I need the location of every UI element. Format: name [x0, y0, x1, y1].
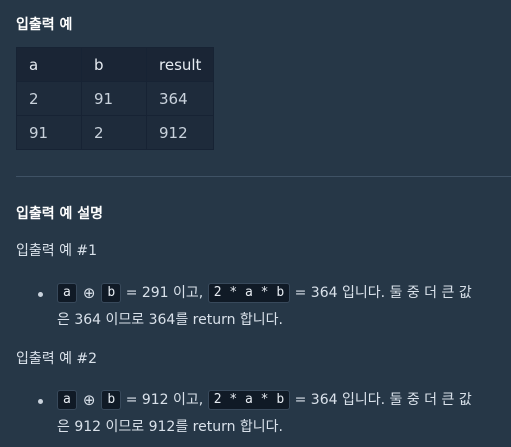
circled-plus-operator: ⊕ — [82, 284, 96, 302]
code-a: a — [57, 390, 77, 410]
table-row: 2 91 364 — [16, 81, 214, 116]
column-header-b: b — [81, 47, 147, 82]
bullet-dot-icon — [38, 292, 43, 297]
example-2-text-1: = 912 이고, — [125, 392, 204, 408]
example-2-text-3: 은 912 이므로 912를 return 합니다. — [57, 419, 283, 435]
examples-table: a b result 2 91 364 91 2 912 — [16, 47, 214, 150]
problem-description-panel: 입출력 예 a b result 2 91 364 91 2 912 입출력 예… — [0, 0, 511, 447]
example-2-text-2: = 364 입니다. 둘 중 더 큰 값 — [294, 392, 472, 408]
code-b: b — [101, 283, 122, 303]
example-1-text-1: = 291 이고, — [125, 285, 204, 301]
table-cell: 364 — [146, 81, 214, 116]
example-1-text-2: = 364 입니다. 둘 중 더 큰 값 — [294, 285, 472, 301]
code-expression: 2 * a * b — [207, 283, 291, 303]
bullet-dot-icon — [38, 399, 43, 404]
example-2-line-1: a ⊕ b = 912 이고, 2 * a * b = 364 입니다. 둘 중 더… — [57, 389, 472, 411]
table-cell: 91 — [16, 115, 82, 150]
explanation-heading: 입출력 예 설명 — [16, 206, 104, 222]
code-expression: 2 * a * b — [207, 390, 291, 410]
table-cell: 91 — [81, 81, 147, 116]
example-1-text-3: 은 364 이므로 364를 return 합니다. — [57, 312, 283, 328]
circled-plus-operator: ⊕ — [82, 391, 96, 409]
table-row: 91 2 912 — [16, 115, 214, 150]
section-divider — [16, 176, 511, 177]
column-header-result: result — [146, 47, 214, 82]
table-cell: 2 — [16, 81, 82, 116]
code-b: b — [101, 390, 122, 410]
example-2-title: 입출력 예 #2 — [16, 351, 98, 367]
column-header-a: a — [16, 47, 82, 82]
table-header-row: a b result — [16, 47, 214, 82]
examples-heading: 입출력 예 — [16, 17, 73, 33]
table-cell: 912 — [146, 115, 214, 150]
table-cell: 2 — [81, 115, 147, 150]
example-1-line-1: a ⊕ b = 291 이고, 2 * a * b = 364 입니다. 둘 중 더… — [57, 282, 472, 304]
code-a: a — [57, 283, 77, 303]
example-1-title: 입출력 예 #1 — [16, 243, 98, 259]
